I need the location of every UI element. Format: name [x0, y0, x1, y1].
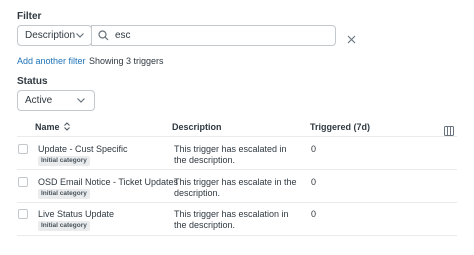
add-filter-link[interactable]: Add another filter: [17, 56, 86, 66]
columns-icon[interactable]: [444, 123, 454, 136]
filter-search-box[interactable]: [91, 25, 336, 46]
sort-icon[interactable]: [64, 122, 70, 133]
column-header-triggered[interactable]: Triggered (7d): [310, 122, 370, 132]
filter-field-value: Description: [25, 30, 76, 41]
table-divider: [17, 202, 457, 203]
table-divider: [17, 136, 457, 137]
category-badge: Initial category: [38, 156, 90, 166]
trigger-description: This trigger has escalated in the descri…: [174, 144, 287, 165]
filter-search-input[interactable]: [115, 30, 315, 41]
row-checkbox[interactable]: [18, 209, 28, 219]
close-icon[interactable]: [347, 31, 357, 44]
trigger-description: This trigger has escalation in the descr…: [174, 209, 289, 230]
triggered-count: 0: [311, 144, 317, 154]
result-count: Showing 3 triggers: [89, 56, 164, 66]
column-header-description: Description: [172, 122, 222, 132]
status-value: Active: [25, 95, 53, 106]
triggered-count: 0: [311, 209, 317, 219]
trigger-name[interactable]: OSD Email Notice - Ticket Updates: [38, 177, 178, 187]
table-divider: [17, 235, 457, 236]
status-label: Status: [17, 76, 48, 87]
column-header-name[interactable]: Name: [35, 122, 70, 133]
trigger-name[interactable]: Live Status Update: [38, 209, 114, 219]
search-icon: [98, 30, 110, 42]
trigger-name[interactable]: Update - Cust Specific: [38, 144, 128, 154]
filter-field-select[interactable]: Description: [17, 25, 92, 46]
column-name-label: Name: [35, 122, 60, 132]
filter-label: Filter: [17, 11, 42, 22]
chevron-down-icon: [74, 94, 88, 108]
trigger-description: This trigger has escalate in the descrip…: [174, 177, 297, 198]
status-select[interactable]: Active: [17, 90, 95, 111]
category-badge: Initial category: [38, 189, 90, 199]
category-badge: Initial category: [38, 221, 90, 231]
table-divider: [17, 169, 457, 170]
row-checkbox[interactable]: [18, 144, 28, 154]
row-checkbox[interactable]: [18, 177, 28, 187]
triggered-count: 0: [311, 177, 317, 187]
chevron-down-icon: [75, 29, 85, 43]
